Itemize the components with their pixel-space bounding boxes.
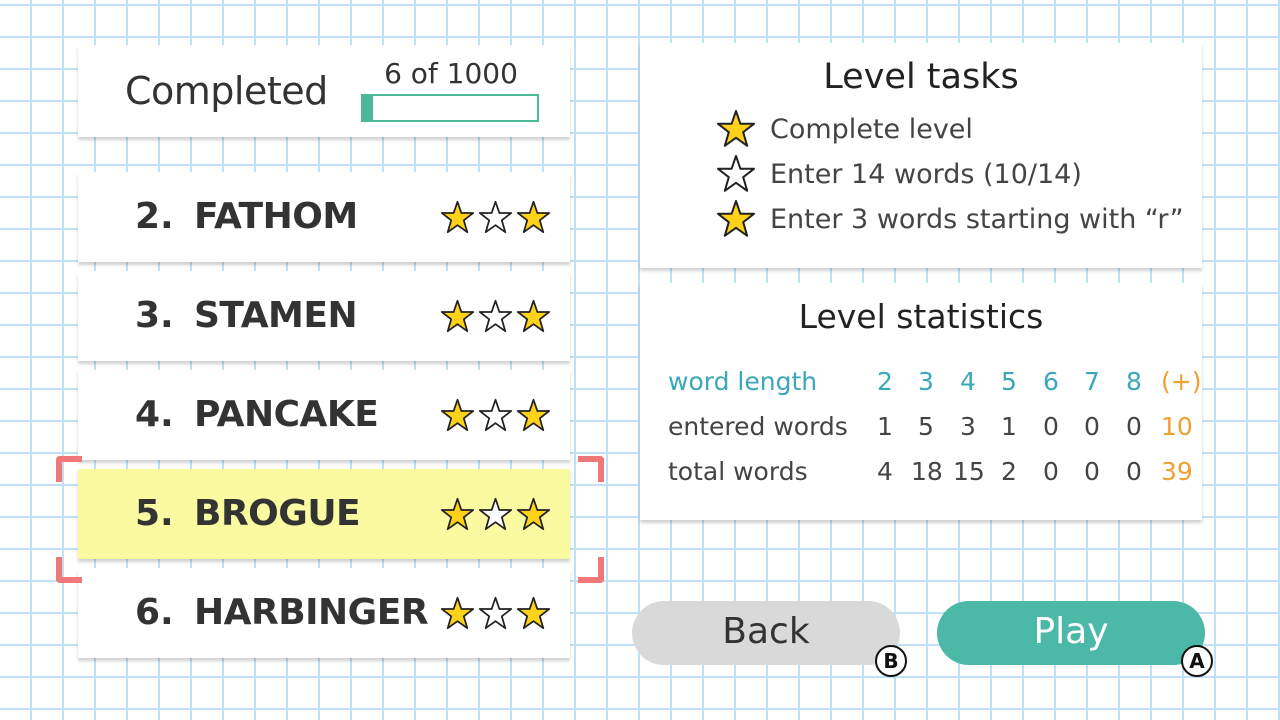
- stats-cell: 0: [1043, 412, 1059, 441]
- back-button[interactable]: Back: [632, 601, 900, 665]
- task-text: Enter 14 words (10/14): [770, 158, 1082, 190]
- level-stars: [440, 596, 551, 631]
- empty-star-icon: [478, 398, 513, 432]
- stats-cell: 0: [1043, 457, 1059, 486]
- stats-cell: 0: [1126, 412, 1142, 441]
- stats-column-header: 5: [1001, 367, 1017, 396]
- stats-header-label: word length: [668, 367, 818, 396]
- filled-star-icon: [516, 497, 551, 531]
- stats-cell: 15: [953, 457, 985, 486]
- empty-star-icon: [478, 200, 513, 234]
- empty-star-icon: [478, 299, 513, 333]
- task-item: Enter 3 words starting with “r”: [716, 199, 1184, 239]
- level-stars: [440, 299, 551, 334]
- stats-cell: 39: [1161, 457, 1193, 486]
- stats-column-header: 3: [918, 367, 934, 396]
- stats-cell: 0: [1084, 457, 1100, 486]
- play-button[interactable]: Play: [937, 601, 1205, 665]
- a-button-icon: A: [1181, 645, 1213, 677]
- level-word: PANCAKE: [194, 394, 379, 435]
- stats-cell: 2: [1001, 457, 1017, 486]
- level-word: BROGUE: [194, 493, 361, 534]
- filled-star-icon: [717, 110, 755, 147]
- level-item-selected[interactable]: 5. BROGUE: [78, 469, 570, 559]
- level-statistics-card: Level statistics word length 2 3 4 5 6 7 8 (+) en…: [640, 283, 1202, 520]
- filled-star-icon: [440, 497, 475, 531]
- filled-star-icon: [516, 596, 551, 630]
- stats-column-header: (+): [1161, 367, 1202, 396]
- progress-text: 6 of 1000: [384, 57, 518, 90]
- stats-cell: 1: [877, 412, 893, 441]
- empty-star-icon: [717, 155, 755, 192]
- selection-corner-bottom-right: [578, 557, 604, 583]
- level-stars: [440, 497, 551, 532]
- level-word: FATHOM: [194, 196, 358, 237]
- level-statistics-title: Level statistics: [798, 297, 1044, 336]
- empty-star-icon: [478, 596, 513, 630]
- level-number: 5.: [135, 493, 174, 534]
- stats-cell: 1: [1001, 412, 1017, 441]
- level-word: STAMEN: [194, 295, 358, 336]
- level-number: 2.: [135, 196, 174, 237]
- level-number: 3.: [135, 295, 174, 336]
- selection-corner-bottom-left: [56, 557, 82, 583]
- filled-star-icon: [440, 398, 475, 432]
- selection-corner-top-left: [56, 456, 82, 482]
- level-tasks-title: Level tasks: [823, 57, 1019, 97]
- level-item[interactable]: 6. HARBINGER: [78, 568, 570, 658]
- completed-card: Completed 6 of 1000: [78, 45, 570, 137]
- filled-star-icon: [717, 200, 755, 237]
- filled-star-icon: [440, 299, 475, 333]
- level-number: 4.: [135, 394, 174, 435]
- stats-row-label: entered words: [668, 412, 848, 441]
- stats-column-header: 6: [1043, 367, 1059, 396]
- stats-cell: 0: [1084, 412, 1100, 441]
- task-item: Complete level: [716, 109, 973, 149]
- level-stars: [440, 398, 551, 433]
- filled-star-icon: [516, 200, 551, 234]
- b-button-icon: B: [875, 645, 907, 677]
- level-tasks-card: Level tasks Complete level Enter 14 words…: [640, 43, 1202, 268]
- filled-star-icon: [516, 398, 551, 432]
- stats-column-header: 7: [1084, 367, 1100, 396]
- task-text: Complete level: [770, 113, 973, 145]
- progress-bar: [361, 94, 539, 122]
- completed-label: Completed: [125, 69, 328, 113]
- level-item[interactable]: 3. STAMEN: [78, 271, 570, 361]
- level-number: 6.: [135, 592, 174, 633]
- filled-star-icon: [516, 299, 551, 333]
- level-stars: [440, 200, 551, 235]
- task-text: Enter 3 words starting with “r”: [770, 203, 1184, 235]
- stats-column-header: 2: [877, 367, 893, 396]
- filled-star-icon: [440, 596, 475, 630]
- stats-cell: 3: [960, 412, 976, 441]
- stats-row-label: total words: [668, 457, 808, 486]
- selection-corner-top-right: [578, 456, 604, 482]
- stats-cell: 10: [1161, 412, 1193, 441]
- stats-cell: 4: [877, 457, 893, 486]
- stats-cell: 5: [918, 412, 934, 441]
- level-item[interactable]: 4. PANCAKE: [78, 370, 570, 460]
- task-item: Enter 14 words (10/14): [716, 154, 1082, 194]
- empty-star-icon: [478, 497, 513, 531]
- filled-star-icon: [440, 200, 475, 234]
- stats-column-header: 4: [960, 367, 976, 396]
- stats-column-header: 8: [1126, 367, 1142, 396]
- progress-fill: [363, 96, 374, 120]
- level-item[interactable]: 2. FATHOM: [78, 172, 570, 262]
- stats-cell: 0: [1126, 457, 1142, 486]
- stats-cell: 18: [911, 457, 943, 486]
- level-word: HARBINGER: [194, 592, 429, 633]
